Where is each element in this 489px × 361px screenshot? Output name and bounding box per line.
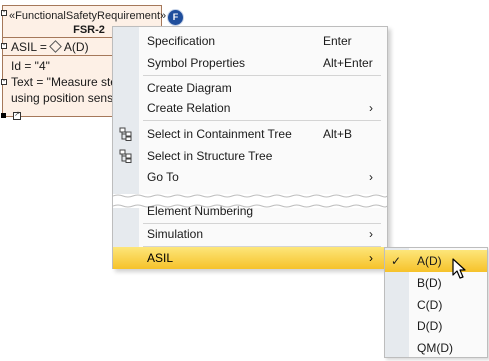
compartment-toggle-icon[interactable]: -	[1, 78, 7, 85]
menu-item-label: Element Numbering	[147, 204, 254, 218]
submenu-item-label: QM(D)	[417, 341, 453, 355]
submenu-item-d-d[interactable]: D(D)	[385, 315, 487, 337]
id-property: Id = "4"	[11, 59, 50, 73]
submenu-arrow-icon: ›	[369, 227, 373, 241]
shape-link-icon[interactable]: ↗	[13, 111, 21, 120]
menu-item-label: Symbol Properties	[147, 56, 246, 70]
text-property-line1: Text = "Measure ste	[11, 75, 117, 89]
asil-value: A(D)	[63, 40, 89, 54]
menu-separator	[143, 120, 381, 121]
menu-item-label: Select in Containment Tree	[147, 127, 292, 141]
submenu-arrow-icon: ›	[369, 101, 373, 115]
submenu-arrow-icon: ›	[369, 251, 373, 265]
mouse-pointer-icon	[452, 258, 466, 279]
submenu-item-a-d[interactable]: ✓ A(D)	[385, 250, 487, 272]
menu-item-label: Go To	[147, 170, 179, 184]
compartment-divider	[3, 55, 113, 56]
menu-item-create-relation[interactable]: Create Relation ›	[113, 97, 387, 119]
menu-item-label: Create Diagram	[147, 81, 232, 95]
menu-item-select-in-containment-tree[interactable]: Select in Containment Tree Alt+B	[113, 123, 387, 145]
asil-submenu: ✓ A(D) B(D) C(D) D(D) QM(D)	[384, 247, 488, 358]
menu-item-shortcut: Alt+B	[323, 127, 353, 141]
menu-item-asil[interactable]: ASIL ›	[113, 247, 387, 269]
collapse-toggle-icon[interactable]: -	[1, 9, 7, 16]
menu-item-element-numbering[interactable]: Element Numbering	[113, 200, 387, 222]
menu-item-simulation[interactable]: Simulation ›	[113, 223, 387, 245]
menu-item-label: ASIL	[147, 251, 174, 265]
structure-tree-icon	[119, 149, 132, 163]
submenu-item-label: D(D)	[417, 319, 443, 333]
menu-item-specification[interactable]: Specification Enter	[113, 30, 387, 52]
menu-item-go-to[interactable]: Go To ›	[113, 166, 387, 188]
menu-item-select-in-structure-tree[interactable]: Select in Structure Tree	[113, 145, 387, 167]
text-property-line2: using position sens	[11, 91, 114, 105]
submenu-item-qm-d[interactable]: QM(D)	[385, 337, 487, 359]
submenu-item-b-d[interactable]: B(D)	[385, 272, 487, 294]
resize-handle[interactable]	[1, 113, 6, 118]
submenu-arrow-icon: ›	[369, 170, 373, 184]
asil-property: ASIL = A(D)	[11, 40, 89, 54]
menu-item-label: Select in Structure Tree	[147, 149, 273, 163]
stereotype-label: «FunctionalSafetyRequirement»	[9, 10, 167, 22]
menu-item-create-diagram[interactable]: Create Diagram	[113, 77, 387, 99]
context-menu: Specification Enter Symbol Properties Al…	[112, 26, 388, 269]
menu-item-shortcut: Enter	[323, 34, 352, 48]
menu-item-label: Specification	[147, 34, 216, 48]
menu-separator	[143, 75, 381, 76]
submenu-item-label: A(D)	[417, 254, 442, 268]
containment-tree-icon	[119, 127, 132, 141]
menu-item-label: Simulation	[147, 227, 204, 241]
menu-item-symbol-properties[interactable]: Symbol Properties Alt+Enter	[113, 52, 387, 74]
menu-item-label: Create Relation	[147, 101, 231, 115]
enum-value-icon	[49, 40, 62, 53]
submenu-item-c-d[interactable]: C(D)	[385, 294, 487, 316]
submenu-item-label: C(D)	[417, 298, 443, 312]
asil-label: ASIL =	[11, 40, 47, 54]
submenu-item-label: B(D)	[417, 276, 442, 290]
checkmark-icon: ✓	[391, 254, 402, 268]
compartment-divider	[3, 37, 113, 38]
menu-item-shortcut: Alt+Enter	[323, 56, 373, 70]
compartment-toggle-icon[interactable]: -	[1, 42, 7, 49]
